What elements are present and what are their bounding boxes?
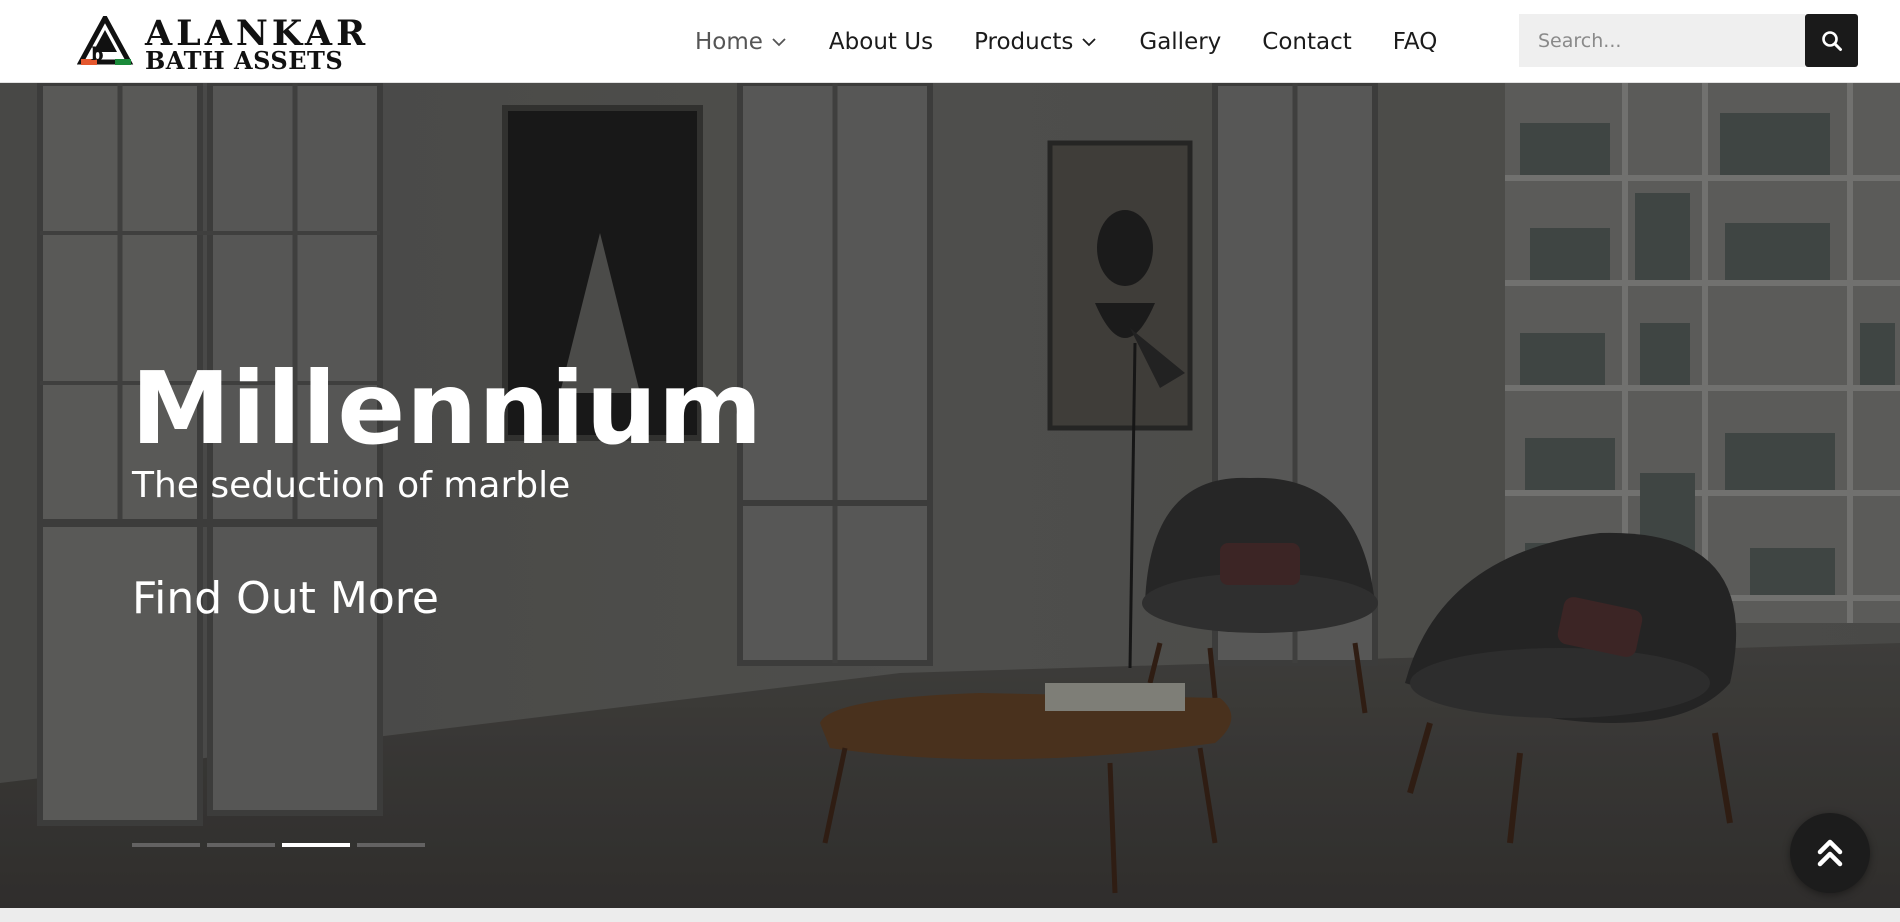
slide-dot-3-active[interactable] xyxy=(282,843,350,847)
nav-item-products[interactable]: Products xyxy=(974,29,1098,55)
nav-item-label: About Us xyxy=(828,28,934,55)
hero-subtitle: The seduction of marble xyxy=(132,465,571,506)
chevron-down-icon xyxy=(772,37,786,46)
nav-item-label: Home xyxy=(695,28,763,55)
hero-title: Millennium xyxy=(131,350,764,467)
chevron-down-icon xyxy=(1082,37,1097,46)
nav-item-label: Contact xyxy=(1262,28,1352,55)
find-out-more-link[interactable]: Find Out More xyxy=(132,573,439,624)
triangle-logo-icon: b xyxy=(77,16,134,65)
brand-logo[interactable]: b ALANKAR BATH ASSETS xyxy=(77,14,365,73)
search-button[interactable] xyxy=(1805,14,1858,67)
site-header: b ALANKAR BATH ASSETS Home About Us Prod… xyxy=(0,0,1900,83)
hero-slider: Millennium The seduction of marble Find … xyxy=(0,83,1900,908)
main-nav: Home About Us Products Gallery Contact F… xyxy=(695,0,1437,83)
svg-text:b: b xyxy=(91,44,104,65)
slide-dot-1[interactable] xyxy=(132,843,200,847)
nav-item-about-us[interactable]: About Us xyxy=(829,29,933,55)
nav-item-gallery[interactable]: Gallery xyxy=(1139,29,1221,55)
nav-item-home[interactable]: Home xyxy=(695,29,788,55)
nav-item-label: Gallery xyxy=(1139,28,1222,55)
brand-name: ALANKAR BATH ASSETS xyxy=(145,16,369,73)
search-bar xyxy=(1519,14,1858,67)
nav-item-label: FAQ xyxy=(1392,28,1438,55)
brand-name-line2: BATH ASSETS xyxy=(145,46,344,75)
search-icon xyxy=(1821,30,1842,51)
nav-item-contact[interactable]: Contact xyxy=(1262,29,1351,55)
search-input[interactable] xyxy=(1519,14,1805,67)
slider-pagination xyxy=(132,843,432,847)
slide-dot-4[interactable] xyxy=(357,843,425,847)
slide-dot-2[interactable] xyxy=(207,843,275,847)
nav-item-label: Products xyxy=(974,28,1074,55)
double-chevron-up-icon xyxy=(1817,839,1843,867)
nav-item-faq[interactable]: FAQ xyxy=(1393,29,1438,55)
back-to-top-button[interactable] xyxy=(1790,813,1870,893)
